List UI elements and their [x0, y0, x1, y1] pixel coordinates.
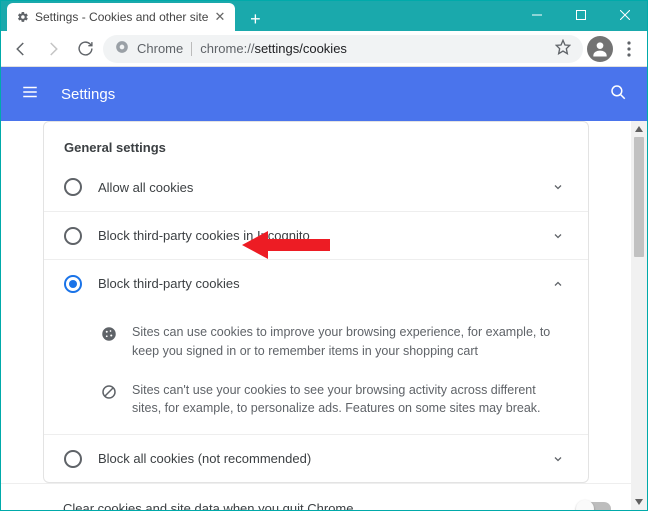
appbar-title: Settings	[61, 86, 115, 103]
scroll-track[interactable]	[631, 257, 647, 494]
url-text: chrome://settings/cookies	[200, 41, 347, 56]
option-block-3p-cookies[interactable]: Block third-party cookies	[44, 259, 588, 307]
option-block-3p-incognito[interactable]: Block third-party cookies in Incognito	[44, 211, 588, 259]
browser-tab-settings[interactable]: Settings - Cookies and other site ✕	[7, 3, 235, 31]
forward-button[interactable]	[39, 35, 67, 63]
chrome-logo-icon	[115, 40, 129, 57]
bookmark-star-icon[interactable]	[555, 39, 571, 58]
close-tab-icon[interactable]: ✕	[214, 9, 225, 25]
address-bar[interactable]: Chrome chrome://settings/cookies	[103, 35, 583, 63]
window-titlebar: Settings - Cookies and other site ✕ +	[1, 1, 647, 31]
radio-icon	[64, 227, 82, 245]
new-tab-button[interactable]: +	[243, 7, 267, 31]
option-label: Allow all cookies	[98, 180, 532, 195]
scroll-up-icon[interactable]	[631, 121, 647, 137]
tab-strip: Settings - Cookies and other site ✕ +	[1, 1, 267, 31]
block-icon	[100, 383, 118, 401]
detail-block: Sites can't use your cookies to see your…	[100, 371, 568, 429]
browser-window: Settings - Cookies and other site ✕ + Ch…	[0, 0, 648, 511]
section-title: General settings	[44, 140, 588, 163]
menu-button[interactable]	[617, 35, 641, 63]
radio-icon	[64, 178, 82, 196]
page-body: General settings Allow all cookies Block…	[1, 121, 647, 510]
chevron-up-icon	[548, 274, 568, 294]
scroll-down-icon[interactable]	[631, 494, 647, 510]
minimize-button[interactable]	[515, 1, 559, 29]
maximize-button[interactable]	[559, 1, 603, 29]
option-allow-all-cookies[interactable]: Allow all cookies	[44, 163, 588, 211]
chevron-down-icon	[548, 449, 568, 469]
menu-icon[interactable]	[21, 83, 39, 106]
scrollbar-thumb[interactable]	[634, 137, 644, 257]
switch-off-icon[interactable]	[577, 502, 611, 511]
option-label: Block third-party cookies	[98, 276, 532, 291]
browser-toolbar: Chrome chrome://settings/cookies	[1, 31, 647, 67]
chevron-down-icon	[548, 177, 568, 197]
option-block-all-cookies[interactable]: Block all cookies (not recommended)	[44, 434, 588, 482]
toggle-clear-on-exit[interactable]: Clear cookies and site data when you qui…	[1, 483, 631, 510]
radio-icon	[64, 450, 82, 468]
detail-text: Sites can't use your cookies to see your…	[132, 381, 568, 419]
cookie-icon	[100, 325, 118, 343]
content-area: General settings Allow all cookies Block…	[1, 121, 631, 510]
option-label: Block all cookies (not recommended)	[98, 451, 532, 466]
close-window-button[interactable]	[603, 1, 647, 29]
settings-appbar: Settings	[1, 67, 647, 121]
detail-allow: Sites can use cookies to improve your br…	[100, 313, 568, 371]
reload-button[interactable]	[71, 35, 99, 63]
search-icon[interactable]	[609, 83, 627, 106]
gear-icon	[17, 11, 29, 23]
toggle-label: Clear cookies and site data when you qui…	[63, 501, 561, 510]
option-label: Block third-party cookies in Incognito	[98, 228, 532, 243]
vertical-scrollbar[interactable]	[631, 121, 647, 510]
url-divider	[191, 42, 192, 56]
tab-title: Settings - Cookies and other site	[35, 10, 208, 24]
option-detail-expanded: Sites can use cookies to improve your br…	[44, 307, 588, 434]
profile-avatar[interactable]	[587, 36, 613, 62]
general-settings-card: General settings Allow all cookies Block…	[43, 121, 589, 483]
chevron-down-icon	[548, 226, 568, 246]
radio-icon-checked	[64, 275, 82, 293]
detail-text: Sites can use cookies to improve your br…	[132, 323, 568, 361]
url-scheme-label: Chrome	[137, 41, 183, 56]
back-button[interactable]	[7, 35, 35, 63]
window-controls	[515, 1, 647, 29]
